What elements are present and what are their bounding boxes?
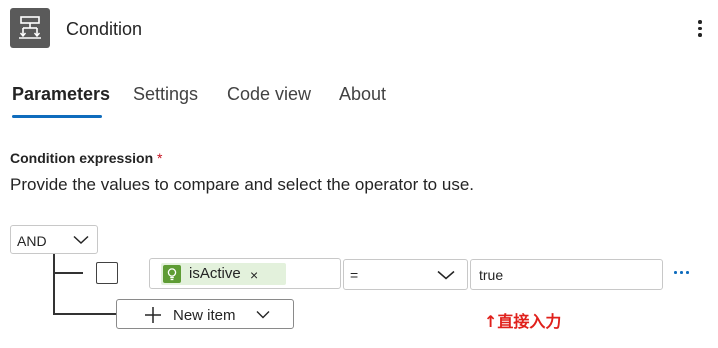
token-label: isActive [189, 265, 241, 282]
tree-connector-vertical [53, 254, 55, 314]
field-label-text: Condition expression [10, 150, 154, 166]
more-vertical-icon[interactable] [690, 15, 710, 41]
tab-parameters[interactable]: Parameters [12, 83, 110, 105]
panel-title: Condition [66, 19, 143, 39]
expression-token-icon [163, 265, 181, 283]
chevron-down-icon [437, 270, 455, 280]
operator-dropdown[interactable]: = [343, 259, 468, 290]
plus-icon [145, 307, 161, 323]
operator-value: = [350, 267, 359, 283]
new-item-button[interactable]: New item [116, 299, 294, 329]
annotation-direct-input: ↑直接入力 [484, 312, 562, 331]
tab-code-view[interactable]: Code view [227, 83, 311, 105]
new-item-label: New item [173, 307, 236, 324]
right-operand-value: true [479, 267, 504, 283]
condition-icon [10, 8, 50, 48]
condition-expression-label: Condition expression * [10, 150, 162, 167]
tab-about[interactable]: About [339, 83, 386, 105]
dynamic-content-token[interactable]: isActive × [161, 263, 286, 285]
tab-settings[interactable]: Settings [133, 83, 198, 105]
remove-token-icon[interactable]: × [250, 267, 258, 283]
row-more-options-icon[interactable] [673, 264, 689, 280]
active-tab-indicator [12, 115, 102, 118]
required-marker: * [157, 150, 163, 166]
group-operator-dropdown[interactable]: AND [10, 225, 98, 254]
chevron-down-icon [73, 235, 89, 245]
tree-connector-row [53, 272, 83, 274]
tree-connector-new-item [53, 313, 116, 315]
group-operator-value: AND [17, 233, 47, 249]
row-select-checkbox[interactable] [96, 262, 118, 284]
chevron-down-icon [256, 311, 270, 319]
left-operand-field[interactable]: isActive × [149, 258, 341, 289]
right-operand-input[interactable]: true [470, 259, 663, 290]
field-description: Provide the values to compare and select… [10, 175, 474, 194]
